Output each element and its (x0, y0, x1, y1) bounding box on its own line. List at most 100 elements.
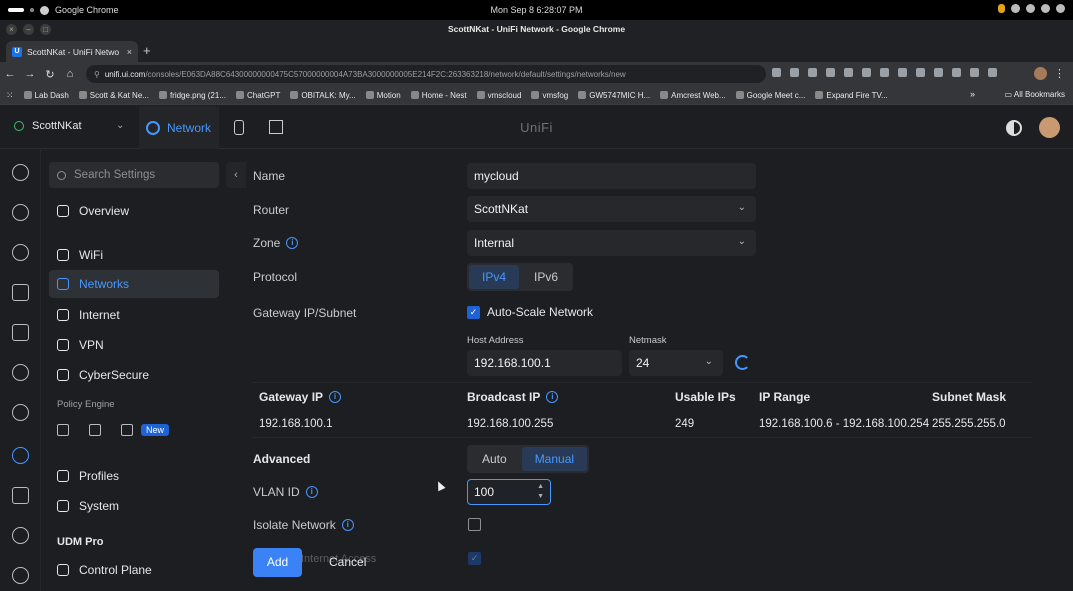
extension-icon[interactable] (826, 68, 835, 77)
internet-access-checkbox[interactable]: ✓ (468, 552, 481, 565)
sidebar-item-cybersecure[interactable]: CyberSecure (49, 361, 219, 389)
advanced-auto-option[interactable]: Auto (469, 447, 520, 471)
insights-icon[interactable] (12, 364, 29, 381)
site-info-icon[interactable]: ⚲ (94, 70, 100, 79)
extension-icon[interactable] (970, 68, 979, 77)
bookmark-item[interactable]: Expand Fire TV... (815, 91, 888, 100)
workspace-dot[interactable] (30, 8, 34, 12)
bookmark-item[interactable]: Google Meet c... (735, 91, 805, 100)
collapse-sidebar-icon[interactable]: ‹ (226, 162, 246, 188)
extension-icon[interactable] (898, 68, 907, 77)
new-tab-icon[interactable]: + (143, 43, 151, 58)
browser-tab[interactable]: U ScottNKat - UniFi Netwo × (6, 41, 138, 62)
settings-search-input[interactable] (74, 169, 204, 181)
policy-rules-icon[interactable] (57, 424, 69, 436)
bookmark-item[interactable]: GW5747MIC H... (578, 91, 650, 100)
bookmark-item[interactable]: ChatGPT (235, 91, 280, 100)
extension-icon[interactable] (862, 68, 871, 77)
sidebar-item-internet[interactable]: Internet (49, 301, 219, 329)
bookmark-item[interactable]: Scott & Kat Ne... (78, 91, 149, 100)
extension-icon[interactable] (880, 68, 889, 77)
mic-icon[interactable] (998, 4, 1005, 13)
protocol-ipv6-option[interactable]: IPv6 (521, 265, 571, 289)
autoscale-checkbox[interactable]: ✓ (467, 305, 480, 319)
bookmark-item[interactable]: OBITALK: My... (290, 91, 356, 100)
theme-toggle-icon[interactable] (1006, 120, 1022, 136)
policy-table-icon[interactable] (89, 424, 101, 436)
extension-icon[interactable] (808, 68, 817, 77)
network-icon[interactable] (1026, 4, 1035, 13)
minimize-window-icon[interactable]: – (23, 23, 34, 35)
sidebar-item-wifi[interactable]: WiFi (49, 241, 219, 269)
chrome-profile-avatar[interactable] (1034, 67, 1047, 80)
info-icon[interactable]: i (546, 391, 559, 403)
power-icon[interactable] (1056, 4, 1065, 13)
close-tab-icon[interactable]: × (127, 47, 132, 57)
extension-icon[interactable] (844, 68, 853, 77)
volume-icon[interactable] (1041, 4, 1050, 13)
bookmark-item[interactable]: Lab Dash (23, 91, 69, 100)
users-icon[interactable] (12, 567, 29, 584)
name-input[interactable]: mycloud (467, 163, 756, 189)
settings-gear-icon[interactable] (12, 447, 29, 464)
radio-icon[interactable] (12, 404, 29, 421)
info-icon[interactable]: i (286, 237, 299, 249)
refresh-subnet-icon[interactable] (735, 355, 750, 370)
bookmark-item[interactable]: Home - Nest (410, 91, 467, 100)
policy-cube-icon[interactable] (121, 424, 133, 436)
vlan-id-input[interactable]: 100 ▲ ▼ (467, 479, 551, 505)
forward-icon[interactable]: → (20, 68, 40, 80)
extension-icon[interactable] (772, 68, 781, 77)
protocol-ipv4-option[interactable]: IPv4 (469, 265, 520, 289)
address-bar[interactable]: ⚲ unifi.ui.com /consoles/E063DA88C643000… (86, 65, 766, 83)
devices-icon[interactable] (12, 244, 29, 261)
workspace-indicator[interactable] (8, 8, 24, 12)
bookmark-item[interactable]: Motion (365, 91, 401, 100)
sidebar-item-control-plane[interactable]: Control Plane (49, 556, 219, 584)
sidebar-item-vpn[interactable]: VPN (49, 331, 219, 359)
logs-icon[interactable] (12, 487, 29, 504)
zone-select[interactable]: Internal ⌄ (467, 230, 756, 256)
info-icon[interactable]: i (305, 486, 318, 498)
stepper-arrows-icon[interactable]: ▲ ▼ (537, 482, 544, 502)
bookmark-item[interactable]: fridge.png (21... (158, 91, 226, 100)
netmask-select[interactable]: 24 ⌄ (629, 350, 723, 376)
bookmark-item[interactable]: Amcrest Web... (660, 91, 726, 100)
close-window-icon[interactable]: × (6, 23, 17, 35)
accessibility-icon[interactable] (1011, 4, 1020, 13)
os-clock[interactable]: Mon Sep 8 6:28:07 PM (0, 5, 1073, 15)
sidebar-item-profiles[interactable]: Profiles (49, 462, 219, 490)
sidebar-item-system[interactable]: System (49, 492, 219, 520)
dashboard-icon[interactable] (12, 164, 29, 181)
bookmarks-overflow-button[interactable]: » (970, 89, 975, 99)
reload-icon[interactable]: ↻ (40, 68, 60, 81)
info-icon[interactable]: i (341, 519, 354, 531)
all-bookmarks[interactable]: ▭ All Bookmarks (1005, 90, 1065, 99)
alerts-icon[interactable] (12, 527, 29, 544)
isolate-network-checkbox[interactable] (468, 518, 481, 531)
home-icon[interactable]: ⌂ (60, 68, 80, 80)
extension-icon[interactable] (790, 68, 799, 77)
chrome-menu-icon[interactable]: ⋮ (1054, 67, 1065, 80)
router-select[interactable]: ScottNKat ⌄ (467, 196, 756, 222)
host-address-input[interactable]: 192.168.100.1 (467, 350, 622, 376)
cancel-button[interactable]: Cancel (329, 555, 366, 569)
extension-icon[interactable] (934, 68, 943, 77)
add-button[interactable]: Add (253, 548, 302, 577)
extension-icon[interactable] (916, 68, 925, 77)
topology-icon[interactable] (12, 204, 29, 221)
extension-icon[interactable] (952, 68, 961, 77)
extension-icon[interactable] (988, 68, 997, 77)
bookmark-item[interactable]: vmsfog (531, 91, 568, 100)
back-icon[interactable]: ← (0, 68, 20, 80)
clients-icon[interactable] (12, 284, 29, 301)
info-icon[interactable]: i (329, 391, 342, 403)
user-avatar[interactable] (1039, 117, 1060, 138)
apps-grid-icon[interactable]: ⁙ (6, 90, 14, 101)
advanced-manual-option[interactable]: Manual (521, 447, 588, 471)
sidebar-item-networks[interactable]: Networks (49, 270, 219, 298)
bookmark-item[interactable]: vmscloud (476, 91, 521, 100)
maximize-window-icon[interactable]: □ (40, 23, 51, 35)
sidebar-item-overview[interactable]: Overview (49, 197, 219, 225)
settings-search[interactable] (49, 162, 219, 188)
